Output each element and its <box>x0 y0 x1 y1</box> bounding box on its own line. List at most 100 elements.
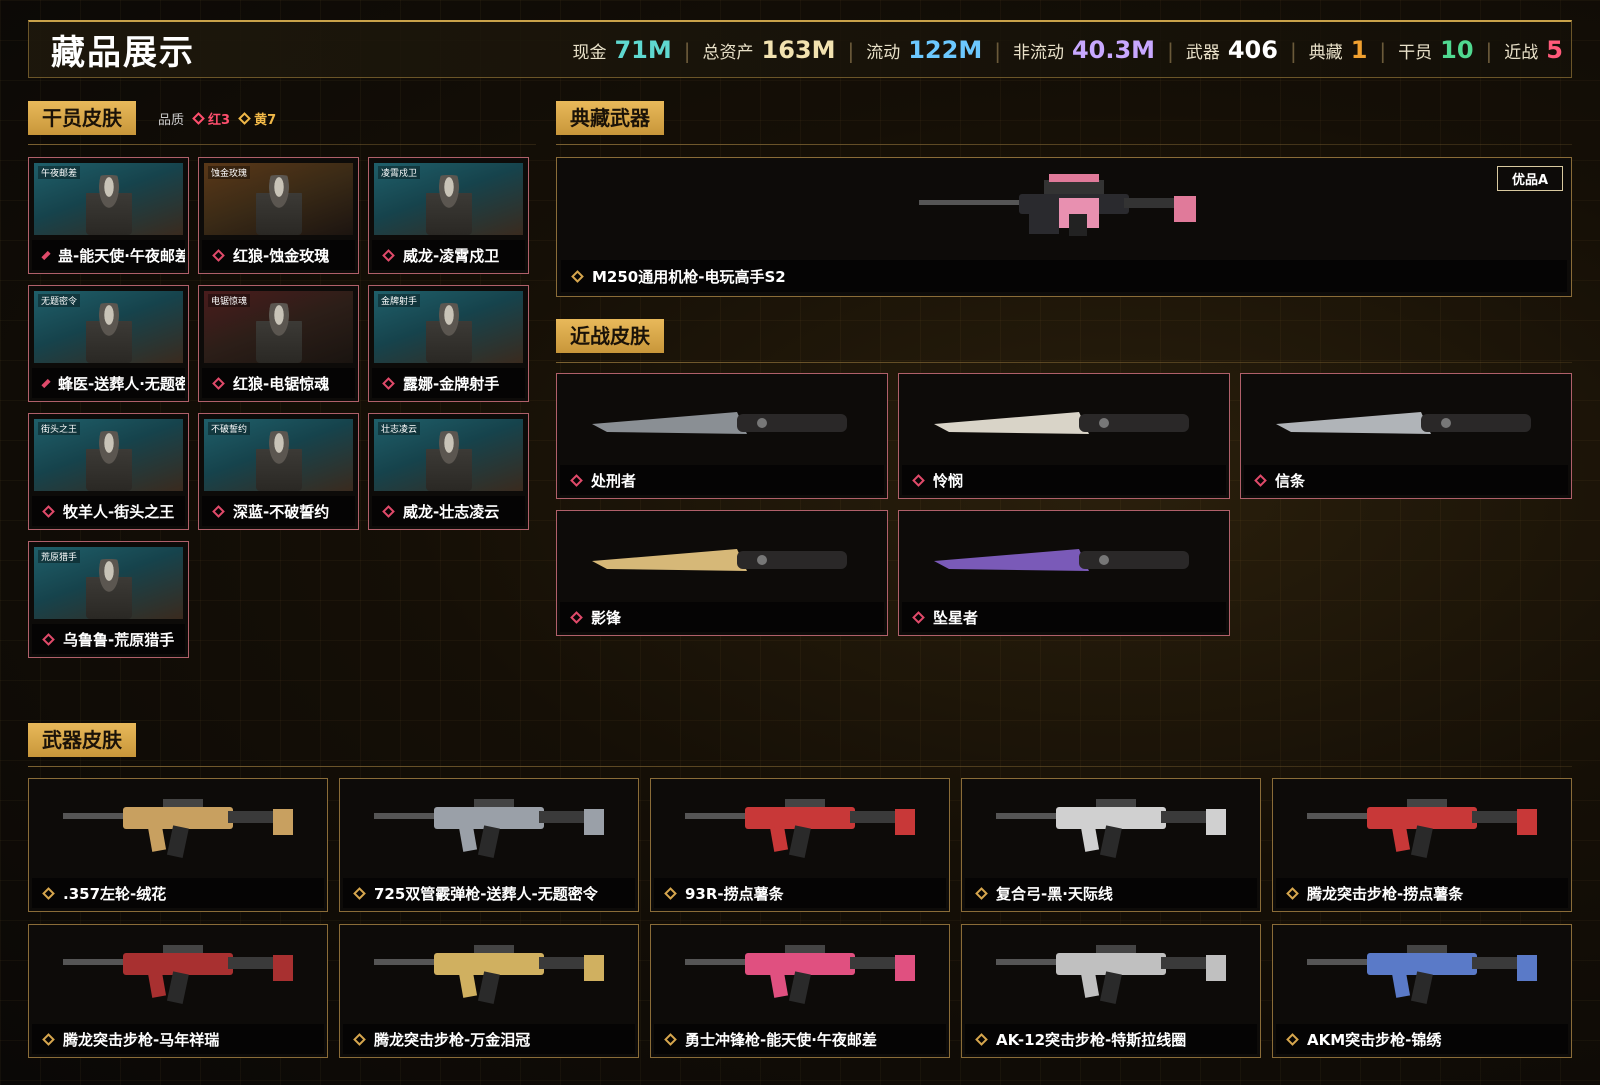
card-label: 复合弓-黑·天际线 <box>965 878 1257 908</box>
stat-value: 1 <box>1350 36 1368 64</box>
stat-separator: | <box>1167 39 1174 63</box>
operator-portrait: 街头之王 <box>34 419 183 491</box>
card-label: AK-12突击步枪-特斯拉线圈 <box>965 1024 1257 1054</box>
melee-skin-card[interactable]: 处刑者 <box>556 373 888 499</box>
diamond-icon <box>1254 473 1267 487</box>
diamond-icon <box>664 1032 677 1046</box>
operator-figure-icon <box>255 431 302 491</box>
skin-tag: 凌霄戍卫 <box>378 166 421 179</box>
card-label: 坠星者 <box>902 602 1226 632</box>
stat-separator: | <box>1289 39 1297 63</box>
operator-skin-card[interactable]: 街头之王 牧羊人-街头之王 <box>28 413 189 530</box>
operator-figure-icon <box>255 303 302 363</box>
weapon-section-header: 武器皮肤 <box>28 722 136 758</box>
operator-skin-card[interactable]: 午夜邮差 蛊-能天使·午夜邮差 <box>28 157 189 274</box>
operator-portrait: 金牌射手 <box>374 291 523 363</box>
card-label: 处刑者 <box>560 465 884 495</box>
machine-gun-icon <box>919 174 1196 236</box>
operator-skin-card[interactable]: 不破誓约 深蓝-不破誓约 <box>198 413 359 530</box>
diamond-icon <box>192 111 205 125</box>
quality-badge: 优品A <box>1496 166 1563 191</box>
collection-weapon-card[interactable]: 优品A M250通用机枪-电玩高手S2 <box>556 157 1572 297</box>
stat-label: 现金 <box>572 43 607 63</box>
operator-skin-card[interactable]: 无题密令蜂医-送葬人·无题密令 <box>28 285 189 402</box>
operator-skin-card[interactable]: 电锯惊魂红狼-电锯惊魂 <box>198 285 359 402</box>
gun-icon <box>685 799 915 859</box>
diamond-icon <box>912 473 925 487</box>
melee-skin-card[interactable]: 坠星者 <box>898 510 1230 636</box>
weapon-skin-card[interactable]: .357左轮-绒花 <box>28 778 328 912</box>
operator-figure-icon <box>425 175 472 235</box>
collection-section-divider <box>556 144 1572 145</box>
card-label: 乌鲁鲁-荒原猎手 <box>32 624 185 654</box>
gun-icon <box>374 799 604 859</box>
weapon-section-title: 武器皮肤 <box>28 723 136 757</box>
melee-skin-card[interactable]: 怜悯 <box>898 373 1230 499</box>
operator-portrait: 凌霄戍卫 <box>374 163 523 235</box>
weapon-skin-card[interactable]: AK-12突击步枪-特斯拉线圈 <box>961 924 1261 1058</box>
operator-figure-icon <box>425 431 472 491</box>
diamond-icon <box>570 610 583 624</box>
collection-section-title: 典藏武器 <box>556 101 664 135</box>
operator-portrait: 荒原猎手 <box>34 547 183 619</box>
card-label: 725双管霰弹枪-送葬人-无题密令 <box>343 878 635 908</box>
operator-portrait: 蚀金玫瑰 <box>204 163 353 235</box>
weapon-skin-card[interactable]: 复合弓-黑·天际线 <box>961 778 1261 912</box>
diamond-icon <box>1286 1032 1299 1046</box>
card-label: 蛊-能天使·午夜邮差 <box>32 240 185 270</box>
stat-separator: | <box>683 39 691 63</box>
card-label: .357左轮-绒花 <box>32 878 324 908</box>
card-label: 蜂医-送葬人·无题密令 <box>32 368 185 398</box>
diamond-icon <box>571 269 584 283</box>
diamond-icon <box>382 504 395 518</box>
weapon-skin-card[interactable]: 93R-捞点薯条 <box>650 778 950 912</box>
stat-label: 总资产 <box>702 43 754 63</box>
page-title: 藏品展示 <box>51 33 195 73</box>
skin-tag: 不破誓约 <box>208 422 251 435</box>
operator-figure-icon <box>85 175 132 235</box>
operator-skin-card[interactable]: 蚀金玫瑰 红狼-蚀金玫瑰 <box>198 157 359 274</box>
diamond-icon <box>975 886 988 900</box>
gun-icon <box>63 799 293 859</box>
diamond-icon <box>41 378 51 388</box>
gun-icon <box>374 945 604 1005</box>
skin-tag: 无题密令 <box>38 294 81 307</box>
melee-skin-card[interactable]: 信条 <box>1240 373 1572 499</box>
collection-header: 藏品展示 现金 71M | 总资产 163M | 流动 122M | 非流动 40.3M | 武器 406… <box>28 20 1572 78</box>
weapon-skin-card[interactable]: 腾龙突击步枪-捞点薯条 <box>1272 778 1572 912</box>
stat-label: 近战 <box>1504 43 1539 63</box>
diamond-icon <box>382 376 395 390</box>
operator-section-divider <box>28 144 536 145</box>
gun-icon <box>1307 945 1537 1005</box>
weapon-skin-card[interactable]: 725双管霰弹枪-送葬人-无题密令 <box>339 778 639 912</box>
operator-figure-icon <box>425 303 472 363</box>
operator-figure-icon <box>85 559 132 619</box>
diamond-icon <box>912 610 925 624</box>
card-label: 红狼-电锯惊魂 <box>202 368 355 398</box>
melee-skin-card[interactable]: 影锋 <box>556 510 888 636</box>
diamond-icon <box>42 504 55 518</box>
card-label: 勇士冲锋枪-能天使·午夜邮差 <box>654 1024 946 1054</box>
diamond-icon <box>353 1032 366 1046</box>
weapon-skin-card[interactable]: 勇士冲锋枪-能天使·午夜邮差 <box>650 924 950 1058</box>
diamond-icon <box>382 248 395 262</box>
skin-tag: 电锯惊魂 <box>208 294 251 307</box>
card-label: 露娜-金牌射手 <box>372 368 525 398</box>
operator-skin-card[interactable]: 凌霄戍卫 威龙-凌霄戍卫 <box>368 157 529 274</box>
operator-skin-card[interactable]: 荒原猎手乌鲁鲁-荒原猎手 <box>28 541 189 658</box>
weapon-skin-card[interactable]: 腾龙突击步枪-万金泪冠 <box>339 924 639 1058</box>
gun-icon <box>1307 799 1537 859</box>
gun-icon <box>63 945 293 1005</box>
weapon-skin-card[interactable]: 腾龙突击步枪-马年祥瑞 <box>28 924 328 1058</box>
quality-yellow: 黄7 <box>238 109 276 128</box>
knife-icon <box>934 549 1189 571</box>
weapon-skin-card[interactable]: AKM突击步枪-锦绣 <box>1272 924 1572 1058</box>
operator-portrait: 电锯惊魂 <box>204 291 353 363</box>
operator-skin-card[interactable]: 金牌射手露娜-金牌射手 <box>368 285 529 402</box>
operator-figure-icon <box>85 431 132 491</box>
operator-skin-card[interactable]: 壮志凌云 威龙-壮志凌云 <box>368 413 529 530</box>
knife-icon <box>592 549 847 571</box>
diamond-icon <box>42 886 55 900</box>
diamond-icon <box>570 473 583 487</box>
diamond-icon <box>41 250 51 260</box>
